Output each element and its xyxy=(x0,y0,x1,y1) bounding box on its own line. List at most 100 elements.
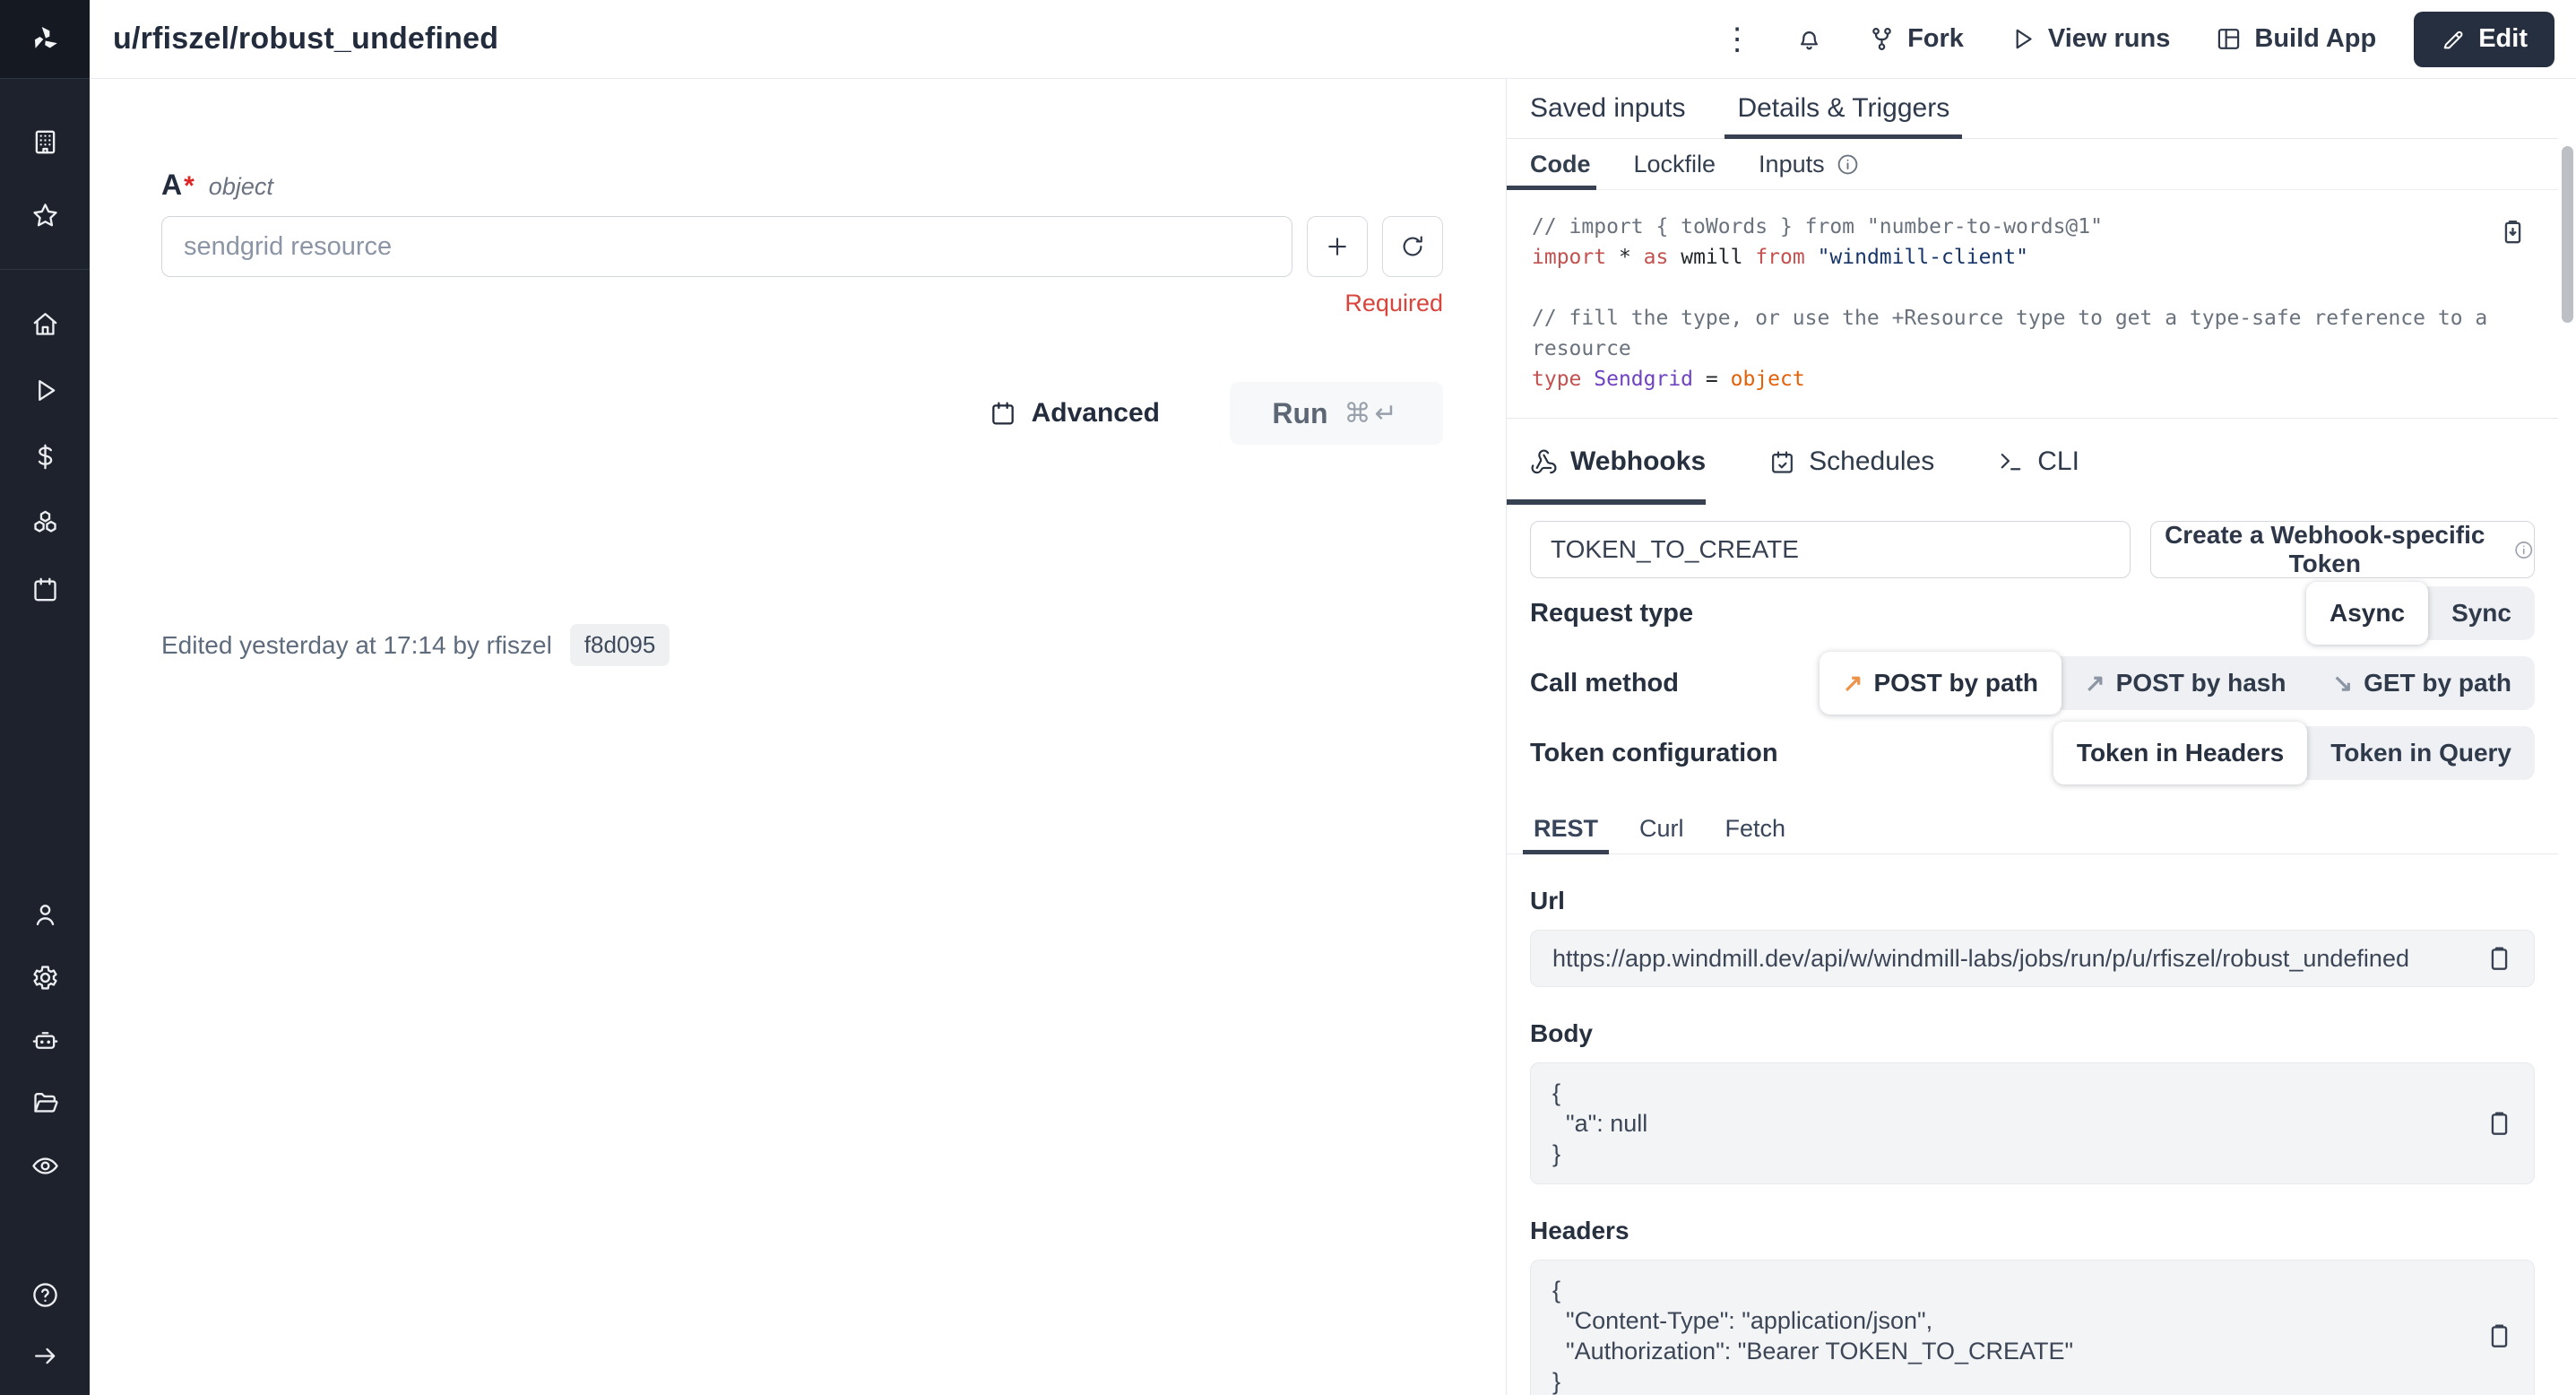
content-split: A* object xyxy=(90,79,2576,1395)
post-by-path-label: POST by path xyxy=(1873,669,2038,698)
sidebar-item-runs[interactable] xyxy=(0,360,90,420)
clipboard-copy-icon xyxy=(2498,217,2528,247)
top-header: u/rfiszel/robust_undefined ⋮ Fork xyxy=(90,0,2576,79)
view-runs-button[interactable]: View runs xyxy=(1993,12,2186,67)
option-sync[interactable]: Sync xyxy=(2428,586,2535,640)
run-button[interactable]: Run ⌘↵ xyxy=(1230,382,1443,445)
info-icon xyxy=(2513,538,2534,562)
tab-schedules[interactable]: Schedules xyxy=(1768,419,1934,505)
token-config-label: Token configuration xyxy=(1530,739,1778,768)
arrow-up-right-icon: ↗ xyxy=(2085,670,2105,698)
build-app-label: Build App xyxy=(2254,24,2376,54)
subtab-code[interactable]: Code xyxy=(1530,139,1591,189)
tab-curl[interactable]: Curl xyxy=(1639,804,1684,853)
option-post-by-path[interactable]: ↗ POST by path xyxy=(1820,652,2062,715)
sidebar-spacer xyxy=(0,1196,90,1264)
main-column: u/rfiszel/robust_undefined ⋮ Fork xyxy=(90,0,2576,1395)
subtab-inputs[interactable]: Inputs xyxy=(1759,139,1860,189)
play-icon xyxy=(30,376,60,405)
sidebar-item-workspace[interactable] xyxy=(0,111,90,172)
advanced-button[interactable]: Advanced xyxy=(989,398,1160,429)
option-get-by-path[interactable]: ↘ GET by path xyxy=(2309,656,2535,710)
calendar-icon xyxy=(30,575,60,604)
terminal-icon xyxy=(1997,448,2025,476)
request-type-toggle: Async Sync xyxy=(2306,586,2535,640)
cli-label: CLI xyxy=(2037,446,2079,477)
create-webhook-token-button[interactable]: Create a Webhook-specific Token xyxy=(2150,521,2535,578)
copy-url-button[interactable] xyxy=(2485,944,2514,974)
tab-saved-inputs[interactable]: Saved inputs xyxy=(1530,79,1685,138)
gear-icon xyxy=(30,963,60,992)
resource-input-row xyxy=(161,216,1443,277)
get-by-path-label: GET by path xyxy=(2364,669,2511,698)
sidebar-item-help[interactable] xyxy=(0,1264,90,1325)
run-label: Run xyxy=(1272,397,1327,430)
tab-webhooks[interactable]: Webhooks xyxy=(1530,419,1706,505)
fork-label: Fork xyxy=(1907,24,1964,54)
copy-code-button[interactable] xyxy=(2498,217,2528,247)
sidebar-item-workers[interactable] xyxy=(0,1009,90,1070)
add-resource-button[interactable] xyxy=(1307,216,1368,277)
sidebar-item-schedules[interactable] xyxy=(0,559,90,620)
version-hash-badge[interactable]: f8d095 xyxy=(570,624,670,666)
field-type-label: object xyxy=(209,173,273,201)
body-label: Body xyxy=(1530,1019,2535,1048)
option-async[interactable]: Async xyxy=(2306,582,2428,645)
call-method-toggle: ↗ POST by path ↗ POST by hash ↘ GET by p… xyxy=(1820,656,2535,710)
sidebar-item-settings[interactable] xyxy=(0,947,90,1008)
details-panel: Saved inputs Details & Triggers Code Loc… xyxy=(1506,79,2576,1395)
tab-rest[interactable]: REST xyxy=(1534,804,1598,853)
building-icon xyxy=(30,127,60,157)
url-value: https://app.windmill.dev/api/w/windmill-… xyxy=(1552,943,2409,974)
play-outline-icon xyxy=(2009,25,2036,53)
sidebar-item-home[interactable] xyxy=(0,293,90,354)
git-fork-icon xyxy=(1868,25,1896,53)
token-config-toggle: Token in Headers Token in Query xyxy=(2053,726,2535,780)
edited-row: Edited yesterday at 17:14 by rfiszel f8d… xyxy=(161,624,1443,666)
trigger-tabs: Webhooks Schedules CLI xyxy=(1507,419,2558,505)
post-by-hash-label: POST by hash xyxy=(2116,669,2286,698)
sidebar-item-favorites[interactable] xyxy=(0,185,90,246)
subtab-inputs-label: Inputs xyxy=(1759,151,1825,178)
copy-headers-button[interactable] xyxy=(2485,1321,2514,1351)
plus-icon xyxy=(1324,233,1351,260)
windmill-logo[interactable] xyxy=(0,0,90,79)
clipboard-icon xyxy=(2485,944,2514,974)
tab-fetch[interactable]: Fetch xyxy=(1725,804,1786,853)
headers-box: { "Content-Type": "application/json", "A… xyxy=(1530,1260,2535,1395)
edited-text: Edited yesterday at 17:14 by rfiszel xyxy=(161,631,552,660)
tab-details-triggers[interactable]: Details & Triggers xyxy=(1737,79,1949,138)
sidebar-item-resources[interactable] xyxy=(0,492,90,553)
schedules-label: Schedules xyxy=(1809,446,1934,477)
tab-cli[interactable]: CLI xyxy=(1997,419,2079,505)
edit-button[interactable]: Edit xyxy=(2414,12,2554,67)
sidebar-item-variables[interactable] xyxy=(0,426,90,487)
arrow-down-right-icon: ↘ xyxy=(2332,670,2353,698)
notifications-button[interactable] xyxy=(1779,12,1839,67)
headers-value: { "Content-Type": "application/json", "A… xyxy=(1552,1275,2453,1395)
sidebar-item-audit[interactable] xyxy=(0,1135,90,1196)
token-input[interactable] xyxy=(1530,521,2131,578)
option-token-in-query[interactable]: Token in Query xyxy=(2307,726,2535,780)
code-viewer: // import { toWords } from "number-to-wo… xyxy=(1507,190,2558,419)
field-name: A xyxy=(161,169,182,201)
option-post-by-hash[interactable]: ↗ POST by hash xyxy=(2062,656,2309,710)
view-runs-label: View runs xyxy=(2048,24,2170,54)
request-type-label: Request type xyxy=(1530,599,1693,628)
subtab-lockfile[interactable]: Lockfile xyxy=(1634,139,1716,189)
refresh-icon xyxy=(1399,233,1426,260)
more-menu-button[interactable]: ⋮ xyxy=(1707,22,1767,57)
sidebar-item-users[interactable] xyxy=(0,884,90,945)
sidebar-item-expand[interactable] xyxy=(0,1325,90,1386)
dollar-icon xyxy=(30,442,60,472)
panel-scrollbar-thumb[interactable] xyxy=(2562,146,2573,323)
resource-input[interactable] xyxy=(161,216,1292,277)
sidebar-item-folders[interactable] xyxy=(0,1072,90,1133)
star-icon xyxy=(30,201,60,230)
fork-button[interactable]: Fork xyxy=(1852,12,1980,67)
call-method-label: Call method xyxy=(1530,669,1679,698)
refresh-button[interactable] xyxy=(1382,216,1443,277)
copy-body-button[interactable] xyxy=(2485,1109,2514,1139)
option-token-in-headers[interactable]: Token in Headers xyxy=(2053,722,2307,784)
build-app-button[interactable]: Build App xyxy=(2199,12,2392,67)
